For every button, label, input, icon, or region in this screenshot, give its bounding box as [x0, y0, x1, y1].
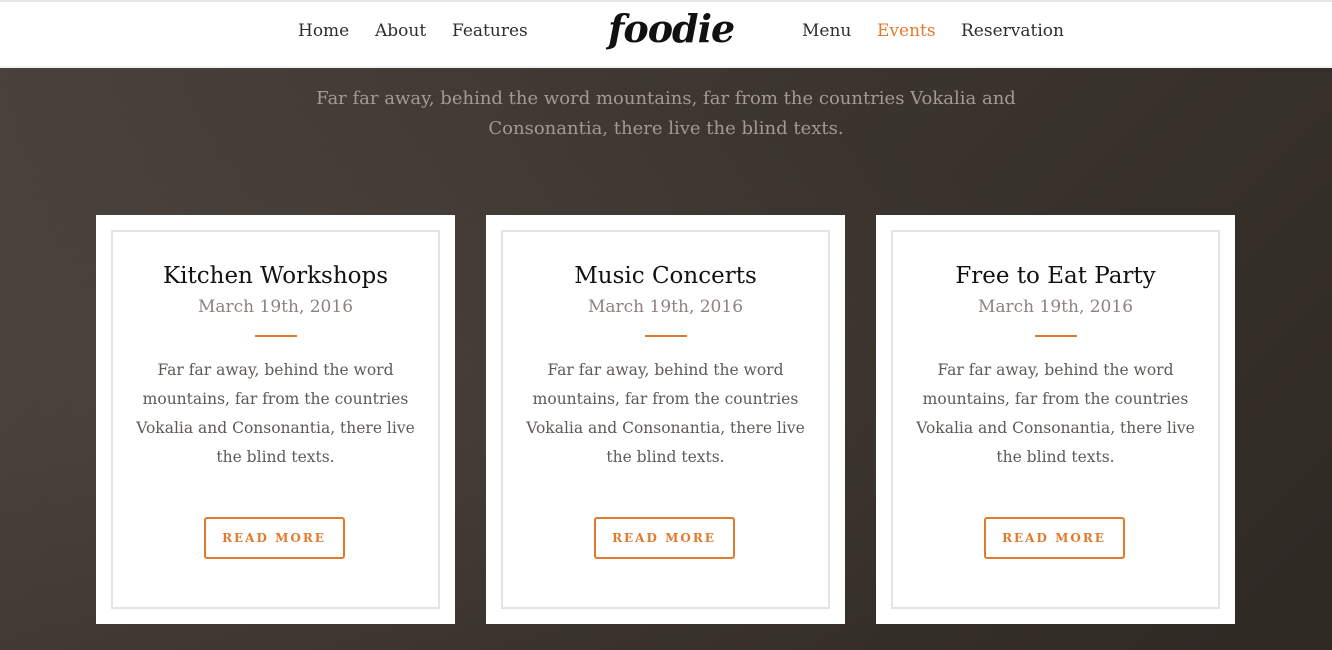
- read-more-button[interactable]: READ MORE: [593, 517, 735, 559]
- navbar-divider: [0, 66, 1332, 68]
- nav-link-reservation[interactable]: Reservation: [961, 21, 1064, 41]
- event-date: March 19th, 2016: [977, 297, 1134, 317]
- event-description: Far far away, behind the word mountains,…: [136, 361, 415, 466]
- nav-link-events[interactable]: Events: [877, 21, 936, 41]
- event-date: March 19th, 2016: [587, 297, 744, 317]
- nav-link-features[interactable]: Features: [452, 21, 528, 41]
- event-date: March 19th, 2016: [197, 297, 354, 317]
- event-title: Free to Eat Party: [955, 263, 1156, 289]
- event-card: Music Concerts March 19th, 2016 Far far …: [486, 215, 845, 624]
- top-navbar: Home About Features foodie Menu Events R…: [0, 0, 1332, 66]
- section-intro-text: Far far away, behind the word mountains,…: [316, 88, 1016, 139]
- event-divider: [644, 335, 687, 337]
- event-divider: [1034, 335, 1077, 337]
- event-title: Music Concerts: [574, 263, 757, 289]
- nav-link-about[interactable]: About: [375, 21, 426, 41]
- event-divider: [254, 335, 297, 337]
- event-description: Far far away, behind the word mountains,…: [526, 361, 805, 466]
- nav-link-home[interactable]: Home: [298, 21, 349, 41]
- nav-link-menu[interactable]: Menu: [802, 21, 851, 41]
- event-card: Free to Eat Party March 19th, 2016 Far f…: [876, 215, 1235, 624]
- event-description: Far far away, behind the word mountains,…: [916, 361, 1195, 466]
- site-logo[interactable]: foodie: [608, 6, 735, 51]
- event-title: Kitchen Workshops: [162, 263, 389, 289]
- event-card: Kitchen Workshops March 19th, 2016 Far f…: [96, 215, 455, 624]
- read-more-button[interactable]: READ MORE: [983, 517, 1125, 559]
- read-more-button[interactable]: READ MORE: [203, 517, 345, 559]
